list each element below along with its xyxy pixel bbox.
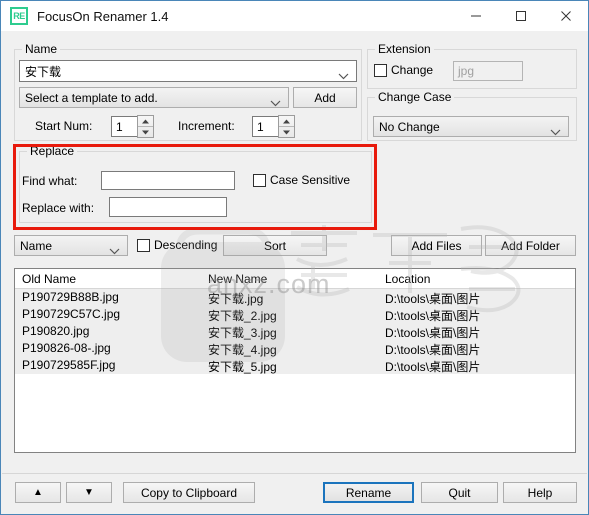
footer-divider [2, 473, 587, 474]
rename-button-label: Rename [345, 485, 392, 500]
case-sensitive-label: Case Sensitive [270, 173, 351, 187]
column-header-old-name[interactable]: Old Name [22, 272, 76, 286]
table-row[interactable]: P190729585F.jpg 安下载_5.jpg D:\tools\桌面\图片 [15, 357, 575, 374]
cell-location: D:\tools\桌面\图片 [385, 343, 481, 357]
cell-old-name: P190729C57C.jpg [22, 307, 121, 321]
column-header-location[interactable]: Location [385, 272, 430, 286]
minimize-icon[interactable] [453, 1, 498, 30]
replace-with-label: Replace with: [22, 201, 95, 215]
extension-change-checkbox[interactable]: Change [374, 63, 433, 77]
move-down-button[interactable]: ▼ [66, 482, 112, 503]
name-combobox-value: 安下载 [25, 64, 62, 79]
start-num-down-icon[interactable] [138, 127, 153, 137]
table-row[interactable]: P190820.jpg 安下载_3.jpg D:\tools\桌面\图片 [15, 323, 575, 340]
cell-new-name: 安下载_4.jpg [208, 343, 277, 357]
rename-button[interactable]: Rename [323, 482, 414, 503]
app-logo-icon: RE [10, 7, 28, 25]
replace-group-legend: Replace [27, 144, 78, 158]
help-button[interactable]: Help [503, 482, 577, 503]
watermark-site-text: anxz.com [207, 269, 331, 299]
replace-with-input[interactable] [109, 197, 227, 217]
start-num-label: Start Num: [35, 119, 93, 133]
increment-down-icon[interactable] [279, 127, 294, 137]
copy-to-clipboard-button[interactable]: Copy to Clipboard [123, 482, 255, 503]
quit-button[interactable]: Quit [421, 482, 498, 503]
cell-location: D:\tools\桌面\图片 [385, 309, 481, 323]
cell-old-name: P190729585F.jpg [22, 358, 116, 372]
application-window: RE FocusOn Renamer 1.4 Name 安下载 Select a… [0, 0, 589, 515]
case-sensitive-checkbox[interactable]: Case Sensitive [253, 173, 350, 187]
arrow-up-icon: ▲ [33, 487, 43, 498]
title-bar: RE FocusOn Renamer 1.4 [1, 1, 588, 31]
add-template-button-label: Add [314, 90, 336, 105]
checkbox-box-icon [253, 173, 266, 187]
move-up-button[interactable]: ▲ [15, 482, 61, 503]
find-what-label: Find what: [22, 174, 78, 188]
add-files-button-label: Add Files [411, 238, 462, 253]
help-button-label: Help [527, 485, 553, 500]
template-combobox[interactable]: Select a template to add. [19, 87, 289, 108]
checkbox-box-icon [137, 238, 150, 252]
arrow-down-icon: ▼ [84, 487, 94, 498]
start-num-stepper[interactable] [137, 115, 154, 138]
cell-old-name: P190820.jpg [22, 324, 90, 338]
change-case-combobox[interactable]: No Change [373, 116, 569, 137]
add-template-button[interactable]: Add [293, 87, 357, 108]
chevron-down-icon [550, 125, 561, 139]
cell-new-name: 安下载_3.jpg [208, 326, 277, 340]
maximize-icon[interactable] [498, 1, 543, 30]
extension-group-legend: Extension [375, 42, 434, 56]
table-row[interactable]: P190826-08-.jpg 安下载_4.jpg D:\tools\桌面\图片 [15, 340, 575, 357]
sort-button-label: Sort [263, 238, 286, 253]
add-folder-button-label: Add Folder [501, 238, 560, 253]
file-list-body: P190729B88B.jpg 安下载.jpg D:\tools\桌面\图片 P… [15, 289, 575, 374]
descending-label: Descending [154, 238, 218, 252]
cell-new-name: 安下载_2.jpg [208, 309, 277, 323]
start-num-value: 1 [116, 119, 123, 134]
window-controls [453, 1, 588, 30]
add-folder-button[interactable]: Add Folder [485, 235, 576, 256]
find-what-input[interactable] [101, 171, 235, 190]
cell-location: D:\tools\桌面\图片 [385, 360, 481, 374]
close-icon[interactable] [543, 1, 588, 30]
table-row[interactable]: P190729C57C.jpg 安下载_2.jpg D:\tools\桌面\图片 [15, 306, 575, 323]
cell-location: D:\tools\桌面\图片 [385, 292, 481, 306]
descending-checkbox[interactable]: Descending [137, 238, 217, 252]
cell-old-name: P190826-08-.jpg [22, 341, 111, 355]
window-title: FocusOn Renamer 1.4 [37, 8, 169, 24]
cell-location: D:\tools\桌面\图片 [385, 326, 481, 340]
start-num-up-icon[interactable] [138, 116, 153, 127]
increment-stepper[interactable] [278, 115, 295, 138]
extension-change-label: Change [391, 63, 434, 77]
chevron-down-icon [338, 69, 349, 83]
name-group-legend: Name [22, 42, 61, 56]
add-files-button[interactable]: Add Files [391, 235, 482, 256]
sort-button[interactable]: Sort [223, 235, 327, 256]
name-combobox[interactable]: 安下载 [19, 60, 357, 82]
increment-up-icon[interactable] [279, 116, 294, 127]
sort-field-combobox[interactable]: Name [14, 235, 128, 256]
copy-to-clipboard-label: Copy to Clipboard [140, 485, 238, 500]
change-case-group-legend: Change Case [375, 90, 455, 104]
quit-button-label: Quit [448, 485, 471, 500]
change-case-value: No Change [379, 119, 440, 134]
chevron-down-icon [109, 244, 120, 258]
cell-new-name: 安下载_5.jpg [208, 360, 277, 374]
sort-field-value: Name [20, 238, 53, 253]
cell-old-name: P190729B88B.jpg [22, 290, 119, 304]
template-combobox-value: Select a template to add. [25, 90, 158, 105]
increment-value: 1 [257, 119, 264, 134]
increment-label: Increment: [178, 119, 235, 133]
checkbox-box-icon [374, 63, 387, 77]
extension-value: jpg [458, 64, 475, 78]
extension-input[interactable]: jpg [453, 61, 523, 81]
chevron-down-icon [270, 96, 281, 110]
